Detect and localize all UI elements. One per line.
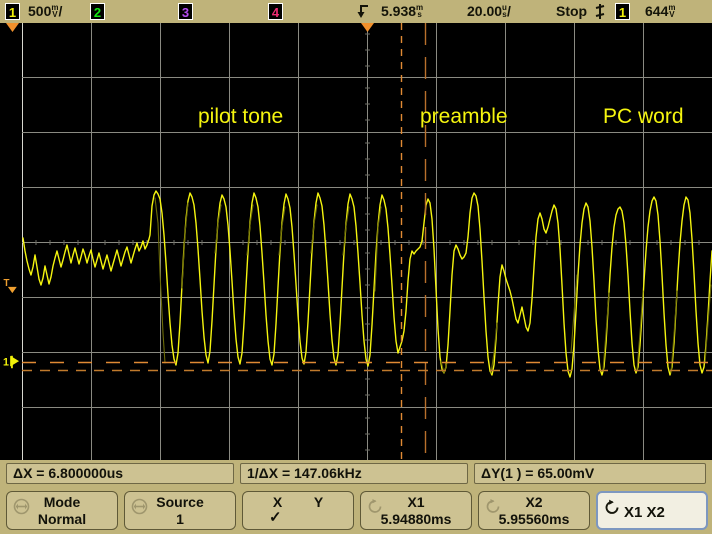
rotary-knob-icon	[485, 498, 502, 515]
trigger-source-badge[interactable]: 1	[615, 3, 630, 20]
timebase-unit: us	[502, 4, 507, 18]
measurement-delta-y[interactable]: ΔY(1 ) = 65.00mV	[474, 463, 706, 484]
trigger-level-marker[interactable]: T	[3, 278, 19, 294]
svg-text:1: 1	[3, 357, 9, 369]
timebase-scale[interactable]: 20.00us/	[467, 3, 511, 20]
timebase-suffix: /	[507, 3, 511, 19]
channel-4-label: 4	[272, 5, 279, 20]
softkey-xy-select[interactable]: X Y ✓	[242, 491, 354, 530]
graticule	[0, 23, 712, 460]
trigger-level-value: 644	[645, 3, 668, 19]
trigger-slope-icon	[594, 3, 606, 20]
trigger-source-label: 1	[619, 5, 626, 20]
run-state[interactable]: Stop	[556, 3, 587, 20]
delay-unit: ms	[416, 4, 423, 18]
softkey-xy-y-label[interactable]: Y	[314, 494, 323, 510]
softkey-bar: Mode Normal Source 1 X Y ✓	[0, 487, 712, 534]
channel-1-ground-marker[interactable]: 1	[3, 354, 20, 370]
trigger-level[interactable]: 644mV	[645, 3, 675, 20]
measurement-bar: ΔX = 6.800000us 1/ΔX = 147.06kHz ΔY(1 ) …	[0, 460, 712, 487]
top-status-bar: 1 500mV/ 2 3 4 5.938ms 20.00us/ Stop	[0, 0, 712, 23]
delay-value: 5.938	[381, 3, 416, 19]
channel-1-scale-suffix: /	[58, 3, 62, 19]
channel-3-label: 3	[182, 5, 189, 20]
annotation-preamble: preamble	[420, 105, 508, 129]
rotary-knob-icon	[367, 498, 384, 515]
rotary-knob-icon	[604, 499, 621, 516]
annotation-pilot-tone: pilot tone	[198, 105, 283, 129]
measurement-delta-x[interactable]: ΔX = 6.800000us	[6, 463, 234, 484]
timebase-value: 20.00	[467, 3, 502, 19]
softkey-source[interactable]: Source 1	[124, 491, 236, 530]
waveform-display[interactable]: T 1 pilot tone preamble PC word	[0, 23, 712, 460]
softkey-x1-x2-track[interactable]: X1 X2	[596, 491, 708, 530]
measurement-one-over-delta-x[interactable]: 1/ΔX = 147.06kHz	[240, 463, 468, 484]
channel-4-badge[interactable]: 4	[268, 3, 283, 20]
softkey-xy-x-label[interactable]: X	[273, 494, 282, 510]
channel-1-scale-unit: mV	[51, 4, 58, 18]
channel-1-scale-value: 500	[28, 3, 51, 19]
softkey-mode[interactable]: Mode Normal	[6, 491, 118, 530]
oscilloscope-screen: 1 500mV/ 2 3 4 5.938ms 20.00us/ Stop	[0, 0, 712, 534]
trigger-position-icon	[357, 4, 371, 19]
channel-1-vertical-scale[interactable]: 500mV/	[28, 3, 62, 20]
softkey-x2-cursor[interactable]: X2 5.95560ms	[478, 491, 590, 530]
channel-1-badge[interactable]: 1	[5, 3, 20, 20]
channel-2-label: 2	[94, 5, 101, 20]
trigger-level-unit: mV	[668, 4, 675, 18]
rotary-knob-icon	[13, 498, 30, 515]
channel-1-label: 1	[9, 5, 16, 20]
softkey-x1-cursor[interactable]: X1 5.94880ms	[360, 491, 472, 530]
channel-3-badge[interactable]: 3	[178, 3, 193, 20]
rotary-knob-icon	[131, 498, 148, 515]
horizontal-delay[interactable]: 5.938ms	[381, 3, 423, 20]
annotation-pc-word: PC word	[603, 105, 684, 129]
softkey-xy-checkmark: ✓	[243, 510, 353, 526]
channel-2-badge[interactable]: 2	[90, 3, 105, 20]
